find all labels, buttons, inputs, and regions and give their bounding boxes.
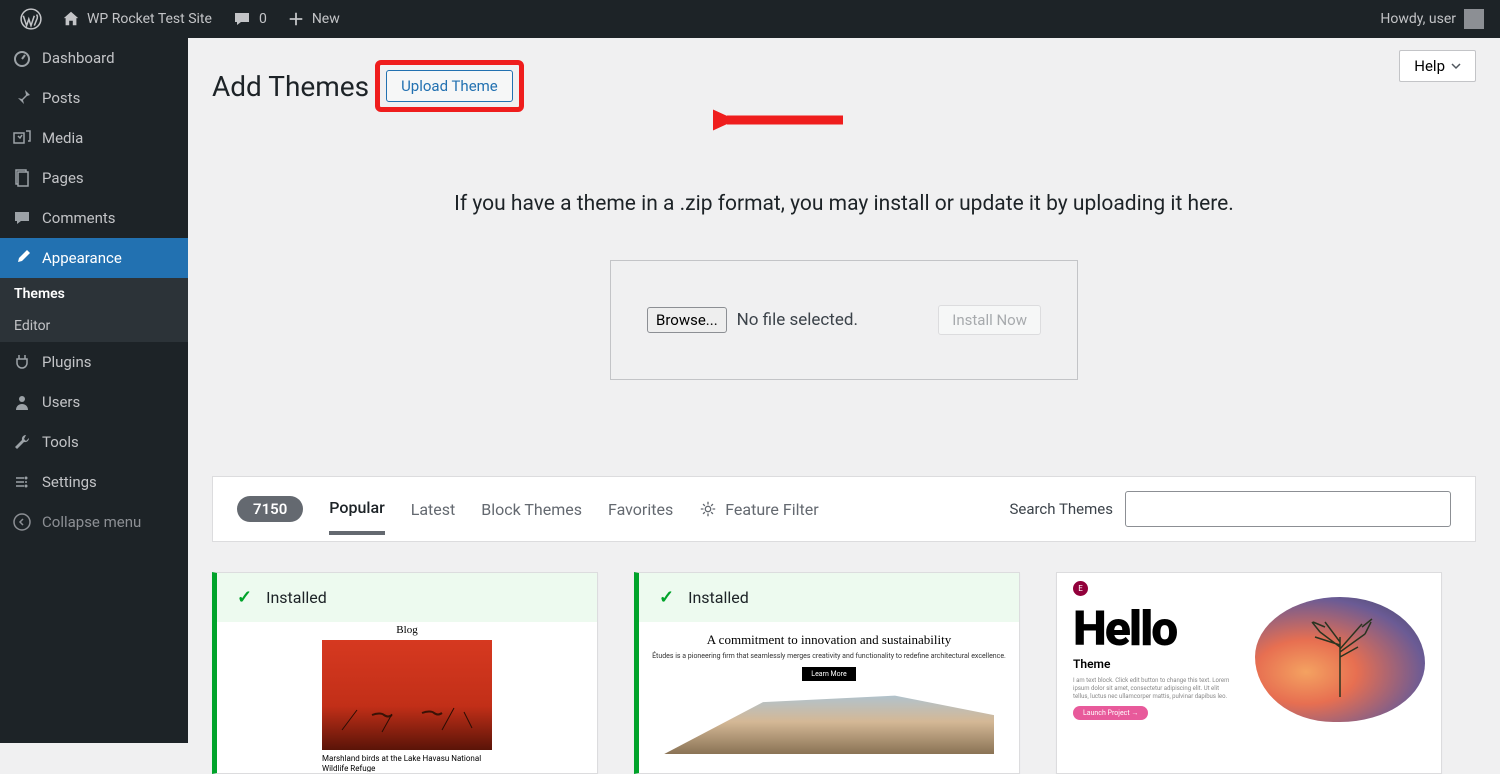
upload-button-highlight: Upload Theme [375, 60, 524, 112]
feature-filter-button[interactable]: Feature Filter [699, 500, 818, 519]
plus-icon [287, 10, 305, 28]
preview-image [322, 640, 492, 750]
media-icon [12, 128, 32, 148]
theme-card[interactable]: E Hello Theme I am text block. Click edi… [1056, 572, 1442, 774]
submenu-themes[interactable]: Themes [0, 278, 188, 310]
menu-dashboard[interactable]: Dashboard [0, 38, 188, 78]
admin-bar: WP Rocket Test Site 0 New Howdy, user [0, 0, 1500, 38]
file-status: No file selected. [737, 310, 858, 330]
main-content: Help Add Themes Upload Theme If you have… [188, 38, 1500, 743]
installed-badge: ✓ Installed [639, 573, 1019, 622]
home-icon [62, 10, 80, 28]
site-name-link[interactable]: WP Rocket Test Site [52, 0, 222, 38]
upload-panel: If you have a theme in a .zip format, yo… [212, 192, 1476, 380]
menu-posts[interactable]: Posts [0, 78, 188, 118]
install-now-button[interactable]: Install Now [938, 305, 1041, 335]
tab-popular[interactable]: Popular [329, 498, 384, 535]
brush-icon [12, 248, 32, 268]
search-themes-input[interactable] [1125, 491, 1451, 527]
search-label: Search Themes [1009, 500, 1113, 518]
settings-icon [12, 472, 32, 492]
themes-grid: ✓ Installed Blog Marshland birds at the … [212, 572, 1476, 774]
howdy-text: Howdy, user [1380, 11, 1456, 27]
theme-count: 7150 [237, 496, 303, 522]
annotation-arrow-icon [713, 100, 853, 140]
chevron-down-icon [1451, 61, 1461, 71]
tab-favorites[interactable]: Favorites [608, 500, 673, 533]
browse-button[interactable]: Browse... [647, 307, 727, 333]
theme-preview: A commitment to innovation and sustainab… [639, 622, 1019, 772]
menu-plugins[interactable]: Plugins [0, 342, 188, 382]
installed-badge: ✓ Installed [217, 573, 597, 622]
account-link[interactable]: Howdy, user [1380, 9, 1490, 29]
submenu-editor[interactable]: Editor [0, 310, 188, 342]
upload-theme-button[interactable]: Upload Theme [386, 70, 513, 102]
gauge-icon [12, 48, 32, 68]
avatar [1464, 9, 1484, 29]
wordpress-icon [20, 8, 42, 30]
collapse-icon [12, 512, 32, 532]
preview-image [664, 689, 994, 754]
comments-count: 0 [259, 11, 267, 27]
comment-icon [12, 208, 32, 228]
preview-image [1255, 597, 1425, 722]
menu-appearance[interactable]: Appearance [0, 238, 188, 278]
upload-box: Browse... No file selected. Install Now [610, 260, 1078, 380]
theme-preview: E Hello Theme I am text block. Click edi… [1057, 573, 1441, 773]
menu-tools[interactable]: Tools [0, 422, 188, 462]
check-icon: ✓ [237, 587, 252, 608]
submenu-appearance: Themes Editor [0, 278, 188, 342]
admin-sidebar: Dashboard Posts Media Pages Comments App… [0, 38, 188, 743]
elementor-icon: E [1073, 581, 1088, 596]
page-title: Add Themes [212, 70, 369, 103]
wrench-icon [12, 432, 32, 452]
upload-instruction: If you have a theme in a .zip format, yo… [212, 192, 1476, 216]
menu-users[interactable]: Users [0, 382, 188, 422]
comment-icon [232, 9, 252, 29]
site-title: WP Rocket Test Site [87, 11, 212, 27]
menu-comments[interactable]: Comments [0, 198, 188, 238]
wp-logo[interactable] [10, 0, 52, 38]
menu-media[interactable]: Media [0, 118, 188, 158]
tab-block-themes[interactable]: Block Themes [481, 500, 582, 533]
theme-filter-bar: 7150 Popular Latest Block Themes Favorit… [212, 476, 1476, 542]
theme-card[interactable]: ✓ Installed A commitment to innovation a… [634, 572, 1020, 774]
theme-preview: Blog Marshland birds at the Lake Havasu … [217, 622, 597, 772]
collapse-menu[interactable]: Collapse menu [0, 502, 188, 542]
theme-card[interactable]: ✓ Installed Blog Marshland birds at the … [212, 572, 598, 774]
plug-icon [12, 352, 32, 372]
gear-icon [699, 500, 717, 518]
pin-icon [12, 88, 32, 108]
help-tab[interactable]: Help [1399, 50, 1476, 82]
menu-settings[interactable]: Settings [0, 462, 188, 502]
new-content-link[interactable]: New [277, 0, 350, 38]
pages-icon [12, 168, 32, 188]
new-label: New [312, 11, 340, 27]
tab-latest[interactable]: Latest [411, 500, 456, 533]
menu-pages[interactable]: Pages [0, 158, 188, 198]
check-icon: ✓ [659, 587, 674, 608]
comments-link[interactable]: 0 [222, 0, 277, 38]
user-icon [12, 392, 32, 412]
